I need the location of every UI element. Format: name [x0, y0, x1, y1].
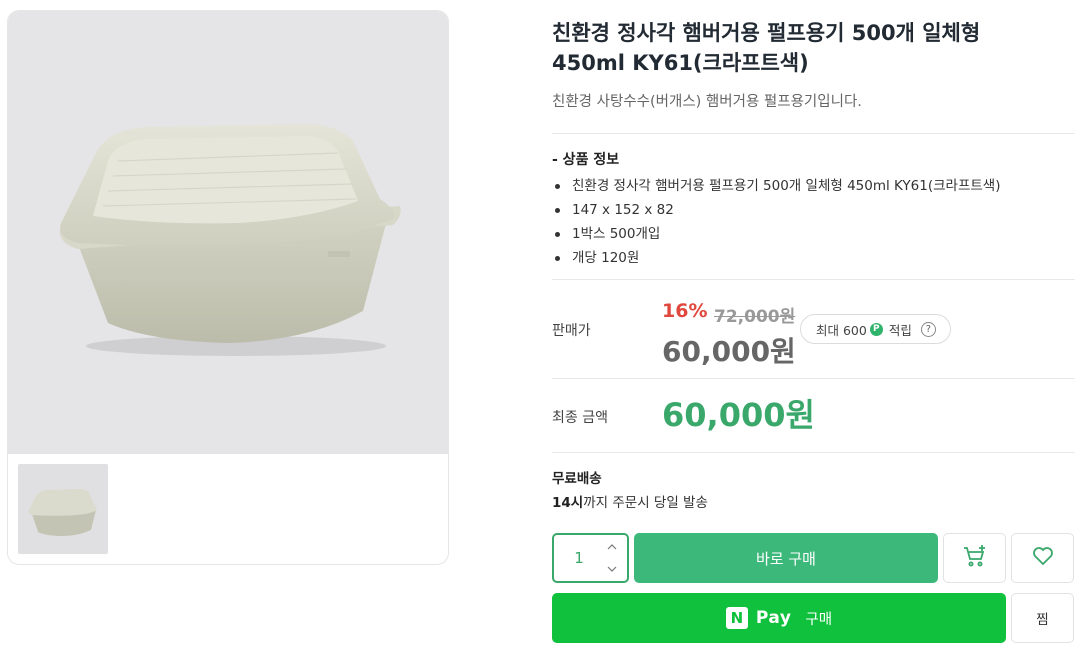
heart-icon [1032, 546, 1054, 570]
point-icon: P [869, 322, 883, 336]
shipping-desc: 14시까지 주문시 당일 발송 [552, 491, 708, 511]
add-to-cart-button[interactable] [943, 533, 1006, 583]
discount-rate: 16% [662, 300, 708, 322]
divider [552, 378, 1075, 379]
main-product-image [8, 11, 448, 454]
sale-price: 60,000원 [662, 335, 796, 368]
divider [552, 133, 1075, 134]
list-item: 147 x 152 x 82 [552, 198, 1000, 222]
naver-pay-logo: N [725, 607, 748, 629]
chevron-down-icon[interactable] [605, 562, 619, 576]
naver-pay-button[interactable]: N Pay 구매 [552, 593, 1006, 643]
buy-now-button[interactable]: 바로 구매 [634, 533, 938, 583]
product-info-list: 친환경 정사각 햄버거용 펄프용기 500개 일체형 450ml KY61(크라… [552, 174, 1000, 270]
shipping-hour: 14시 [552, 495, 584, 511]
final-amount: 60,000원 [662, 396, 815, 434]
product-subtitle: 친환경 사탕수수(버개스) 햄버거용 펄프용기입니다. [552, 94, 862, 110]
jjim-button[interactable]: 찜 [1011, 593, 1074, 643]
points-suffix: 적립 [888, 322, 912, 338]
wishlist-button[interactable] [1011, 533, 1074, 583]
cart-plus-icon [962, 544, 988, 572]
naver-pay-text: Pay [755, 608, 792, 628]
points-badge: 최대 600 P 적립 ? [800, 314, 951, 344]
list-item: 개당 120원 [552, 246, 1000, 270]
shipping-title: 무료배송 [552, 471, 602, 487]
product-info-heading: - 상품 정보 [552, 152, 620, 168]
divider [552, 279, 1075, 280]
list-item: 친환경 정사각 햄버거용 펄프용기 500개 일체형 450ml KY61(크라… [552, 174, 1000, 198]
list-item: 1박스 500개입 [552, 222, 1000, 246]
original-price: 72,000원 [714, 307, 796, 327]
help-icon[interactable]: ? [920, 321, 936, 337]
final-amount-label: 최종 금액 [552, 410, 608, 426]
thumbnail-image[interactable] [18, 464, 108, 554]
quantity-value[interactable]: 1 [554, 535, 604, 581]
divider [552, 452, 1075, 453]
points-prefix: 최대 600 [816, 322, 867, 338]
product-gallery [7, 10, 449, 565]
price-label: 판매가 [552, 323, 591, 339]
quantity-stepper[interactable]: 1 [552, 533, 629, 583]
product-title: 친환경 정사각 햄버거용 펄프용기 500개 일체형 450ml KY61(크라… [552, 21, 981, 75]
shipping-desc-rest: 까지 주문시 당일 발송 [583, 495, 708, 511]
chevron-up-icon[interactable] [605, 540, 619, 554]
naver-pay-buy-label: 구매 [805, 611, 833, 628]
